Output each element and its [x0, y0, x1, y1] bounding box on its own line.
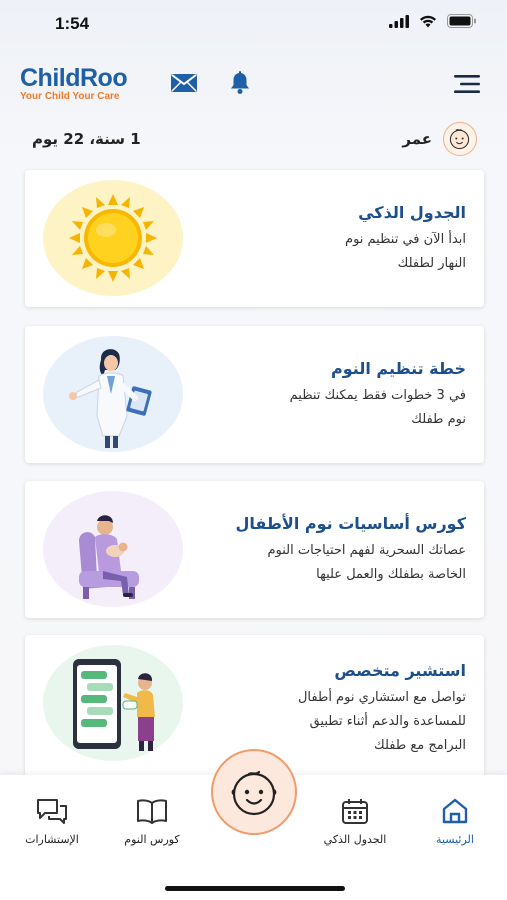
- wifi-icon: [420, 15, 436, 27]
- baby-profile-button[interactable]: [211, 749, 297, 835]
- baby-face-icon: [231, 770, 277, 816]
- mail-icon[interactable]: [170, 73, 198, 93]
- nav-smart-schedule-label: الجدول الذكي: [323, 833, 387, 846]
- card-text: الجدول الذكي ابدأ الآن في تنظيم نوم النه…: [196, 203, 466, 276]
- book-icon: [137, 799, 167, 824]
- card-smart-schedule[interactable]: الجدول الذكي ابدأ الآن في تنظيم نوم النه…: [25, 170, 484, 307]
- chat-consult-illustration: [43, 645, 183, 761]
- menu-icon[interactable]: [452, 74, 482, 94]
- battery-icon: [447, 14, 476, 28]
- card-sleep-course[interactable]: كورس أساسيات نوم الأطفال عصاتك السحرية ل…: [25, 481, 484, 618]
- status-icons: [389, 14, 477, 28]
- home-icon: [442, 798, 468, 824]
- card-description: عصاتك السحرية لفهم احتياجات النوم الخاصة…: [267, 543, 466, 582]
- card-title: استشير متخصص: [334, 661, 466, 680]
- baby-avatar-icon[interactable]: [443, 122, 477, 156]
- nav-sleep-course-label: كورس النوم: [124, 833, 180, 846]
- doctor-illustration: [43, 336, 183, 452]
- sun-illustration: [43, 180, 183, 296]
- card-text: كورس أساسيات نوم الأطفال عصاتك السحرية ل…: [196, 514, 466, 587]
- card-text: خطة تنظيم النوم في 3 خطوات فقط يمكنك تنظ…: [196, 359, 466, 432]
- card-text: استشير متخصص تواصل مع استشاري نوم أطفال …: [196, 661, 466, 758]
- card-description: تواصل مع استشاري نوم أطفال للمساعدة والد…: [297, 690, 466, 753]
- nav-consultations-label: الإستشارات: [25, 833, 79, 846]
- nav-smart-schedule[interactable]: الجدول الذكي: [308, 797, 402, 846]
- card-sleep-plan[interactable]: خطة تنظيم النوم في 3 خطوات فقط يمكنك تنظ…: [25, 326, 484, 463]
- bell-icon[interactable]: [229, 71, 251, 95]
- card-description: ابدأ الآن في تنظيم نوم النهار لطفلك: [345, 232, 466, 271]
- nav-home[interactable]: الرئيسية: [425, 797, 485, 846]
- status-bar: 1:54: [0, 0, 507, 50]
- nav-consultations[interactable]: الإستشارات: [14, 797, 90, 846]
- home-indicator: [165, 886, 345, 891]
- child-age-row: 1 سنة، 22 يوم عمر: [0, 122, 507, 156]
- nav-sleep-course[interactable]: كورس النوم: [112, 797, 192, 846]
- nav-home-label: الرئيسية: [436, 833, 474, 846]
- card-title: الجدول الذكي: [358, 203, 466, 222]
- brand-name: ChildRoo: [20, 64, 128, 92]
- brand-tagline: Your Child Your Care: [20, 91, 120, 102]
- signal-icon: [389, 14, 409, 28]
- card-title: كورس أساسيات نوم الأطفال: [235, 514, 466, 533]
- status-time: 1:54: [55, 14, 90, 33]
- mother-baby-illustration: [43, 491, 183, 607]
- calendar-icon: [342, 799, 368, 824]
- chat-bubbles-icon: [37, 799, 67, 824]
- card-description: في 3 خطوات فقط يمكنك تنظيم نوم طفلك: [289, 388, 466, 427]
- app-logo[interactable]: ChildRoo Your Child Your Care: [20, 64, 128, 102]
- app-header: ChildRoo Your Child Your Care: [0, 62, 507, 112]
- card-title: خطة تنظيم النوم: [331, 359, 466, 378]
- child-age-value: 1 سنة، 22 يوم: [32, 130, 141, 148]
- child-age-label: عمر: [402, 130, 432, 148]
